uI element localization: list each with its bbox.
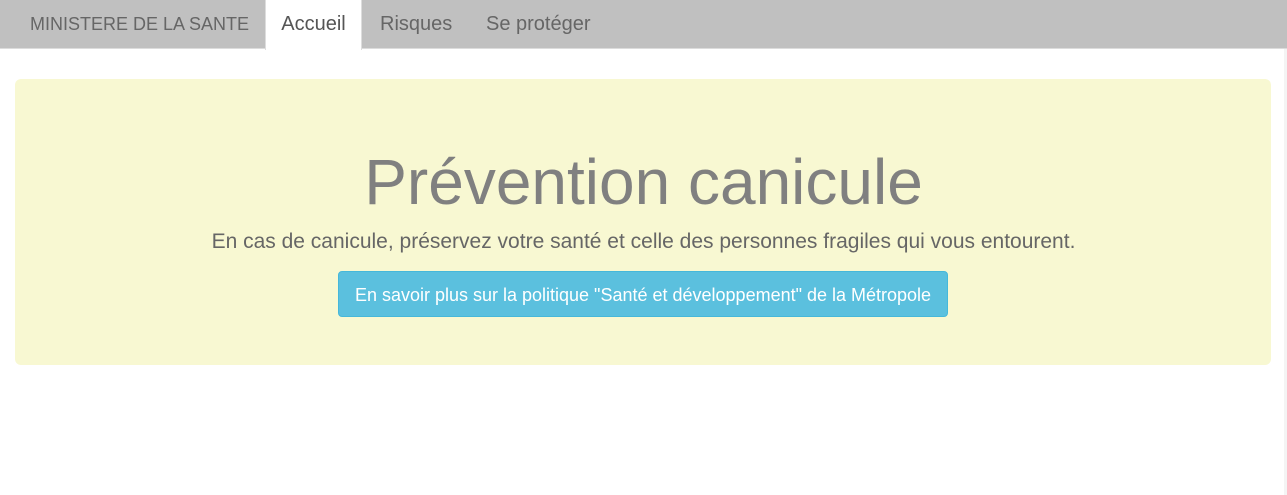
tab-se-proteger[interactable]: Se protéger (486, 0, 591, 49)
brand-link[interactable]: MINISTERE DE LA SANTE (30, 0, 249, 49)
top-navbar: MINISTERE DE LA SANTE Accueil Risques Se… (0, 0, 1287, 50)
page-title: Prévention canicule (364, 146, 923, 218)
tab-risques[interactable]: Risques (380, 0, 452, 49)
tab-accueil[interactable]: Accueil (265, 0, 362, 50)
hero-subtitle: En cas de canicule, préservez votre sant… (211, 230, 1076, 253)
learn-more-button[interactable]: En savoir plus sur la politique "Santé e… (338, 271, 948, 317)
hero-banner (15, 79, 1271, 365)
